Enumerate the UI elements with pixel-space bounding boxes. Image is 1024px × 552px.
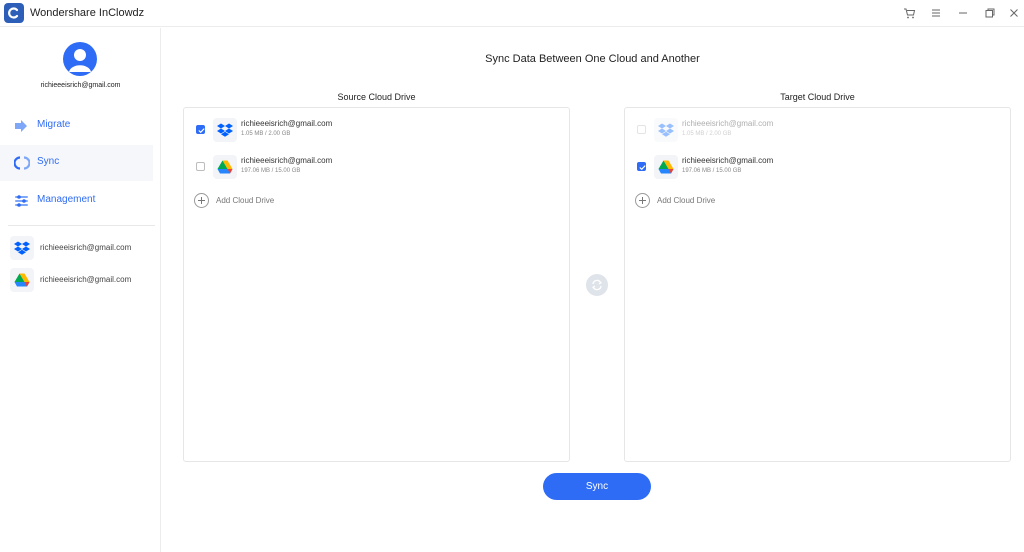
source-google-drive-email: richieeeisrich@gmail.com <box>241 156 333 165</box>
menu-icon[interactable] <box>928 5 944 21</box>
add-cloud-drive-label: Add Cloud Drive <box>216 196 275 205</box>
google-drive-icon <box>10 268 34 292</box>
target-account-google-drive[interactable]: richieeeisrich@gmail.com 197.06 MB / 15.… <box>635 152 995 182</box>
plus-circle-icon <box>194 193 209 208</box>
swap-icon <box>591 279 603 291</box>
title-bar: Wondershare InClowdz <box>0 0 1024 27</box>
source-dropbox-email: richieeeisrich@gmail.com <box>241 119 333 128</box>
target-account-dropbox: richieeeisrich@gmail.com 1.05 MB / 2.00 … <box>635 115 995 145</box>
target-panel: richieeeisrich@gmail.com 1.05 MB / 2.00 … <box>624 107 1011 462</box>
target-google-drive-email: richieeeisrich@gmail.com <box>682 156 774 165</box>
source-account-google-drive[interactable]: richieeeisrich@gmail.com 197.06 MB / 15.… <box>194 152 554 182</box>
nav-label-migrate: Migrate <box>37 119 71 130</box>
dropbox-icon <box>654 118 678 142</box>
nav-label-management: Management <box>37 194 96 205</box>
avatar[interactable] <box>63 42 97 76</box>
sidebar-account-email: richieeeisrich@gmail.com <box>40 243 132 252</box>
target-google-drive-usage: 197.06 MB / 15.00 GB <box>682 168 742 174</box>
sidebar: richieeeisrich@gmail.com Migrate Sync Ma… <box>0 28 161 552</box>
minimize-icon[interactable] <box>955 5 971 21</box>
source-dropbox-usage: 1.05 MB / 2.00 GB <box>241 131 291 137</box>
google-drive-icon <box>654 155 678 179</box>
app-logo-icon <box>4 3 24 23</box>
target-google-drive-checkbox[interactable] <box>637 162 646 171</box>
sidebar-account-dropbox[interactable]: richieeeisrich@gmail.com <box>10 236 160 260</box>
source-google-drive-checkbox[interactable] <box>196 162 205 171</box>
nav-item-management[interactable]: Management <box>0 183 153 219</box>
migrate-arrow-icon <box>15 120 27 132</box>
app-title: Wondershare InClowdz <box>30 7 145 19</box>
source-panel-title: Source Cloud Drive <box>337 92 416 102</box>
sidebar-account-email: richieeeisrich@gmail.com <box>40 275 132 284</box>
sidebar-account-google-drive[interactable]: richieeeisrich@gmail.com <box>10 268 160 292</box>
target-dropbox-email: richieeeisrich@gmail.com <box>682 119 774 128</box>
sidebar-divider <box>8 225 155 226</box>
target-add-cloud-drive[interactable]: Add Cloud Drive <box>635 192 835 210</box>
source-panel: richieeeisrich@gmail.com 1.05 MB / 2.00 … <box>183 107 570 462</box>
restore-icon[interactable] <box>982 5 998 21</box>
management-sliders-icon <box>15 195 28 207</box>
nav-item-sync[interactable]: Sync <box>0 145 153 181</box>
plus-circle-icon <box>635 193 650 208</box>
sync-button[interactable]: Sync <box>543 473 651 500</box>
page-title: Sync Data Between One Cloud and Another <box>485 53 700 65</box>
source-add-cloud-drive[interactable]: Add Cloud Drive <box>194 192 394 210</box>
target-dropbox-checkbox <box>637 125 646 134</box>
dropbox-icon <box>10 236 34 260</box>
target-panel-title: Target Cloud Drive <box>780 92 855 102</box>
add-cloud-drive-label: Add Cloud Drive <box>657 196 716 205</box>
sync-icon <box>14 156 30 170</box>
nav-item-migrate[interactable]: Migrate <box>0 108 153 144</box>
nav-label-sync: Sync <box>37 156 60 167</box>
source-dropbox-checkbox[interactable] <box>196 125 205 134</box>
swap-direction-button[interactable] <box>586 274 608 296</box>
user-email: richieeeisrich@gmail.com <box>40 82 121 89</box>
dropbox-icon <box>213 118 237 142</box>
target-dropbox-usage: 1.05 MB / 2.00 GB <box>682 131 732 137</box>
cart-icon[interactable] <box>901 5 917 21</box>
source-account-dropbox[interactable]: richieeeisrich@gmail.com 1.05 MB / 2.00 … <box>194 115 554 145</box>
close-icon[interactable] <box>1006 5 1022 21</box>
google-drive-icon <box>213 155 237 179</box>
source-google-drive-usage: 197.06 MB / 15.00 GB <box>241 168 301 174</box>
